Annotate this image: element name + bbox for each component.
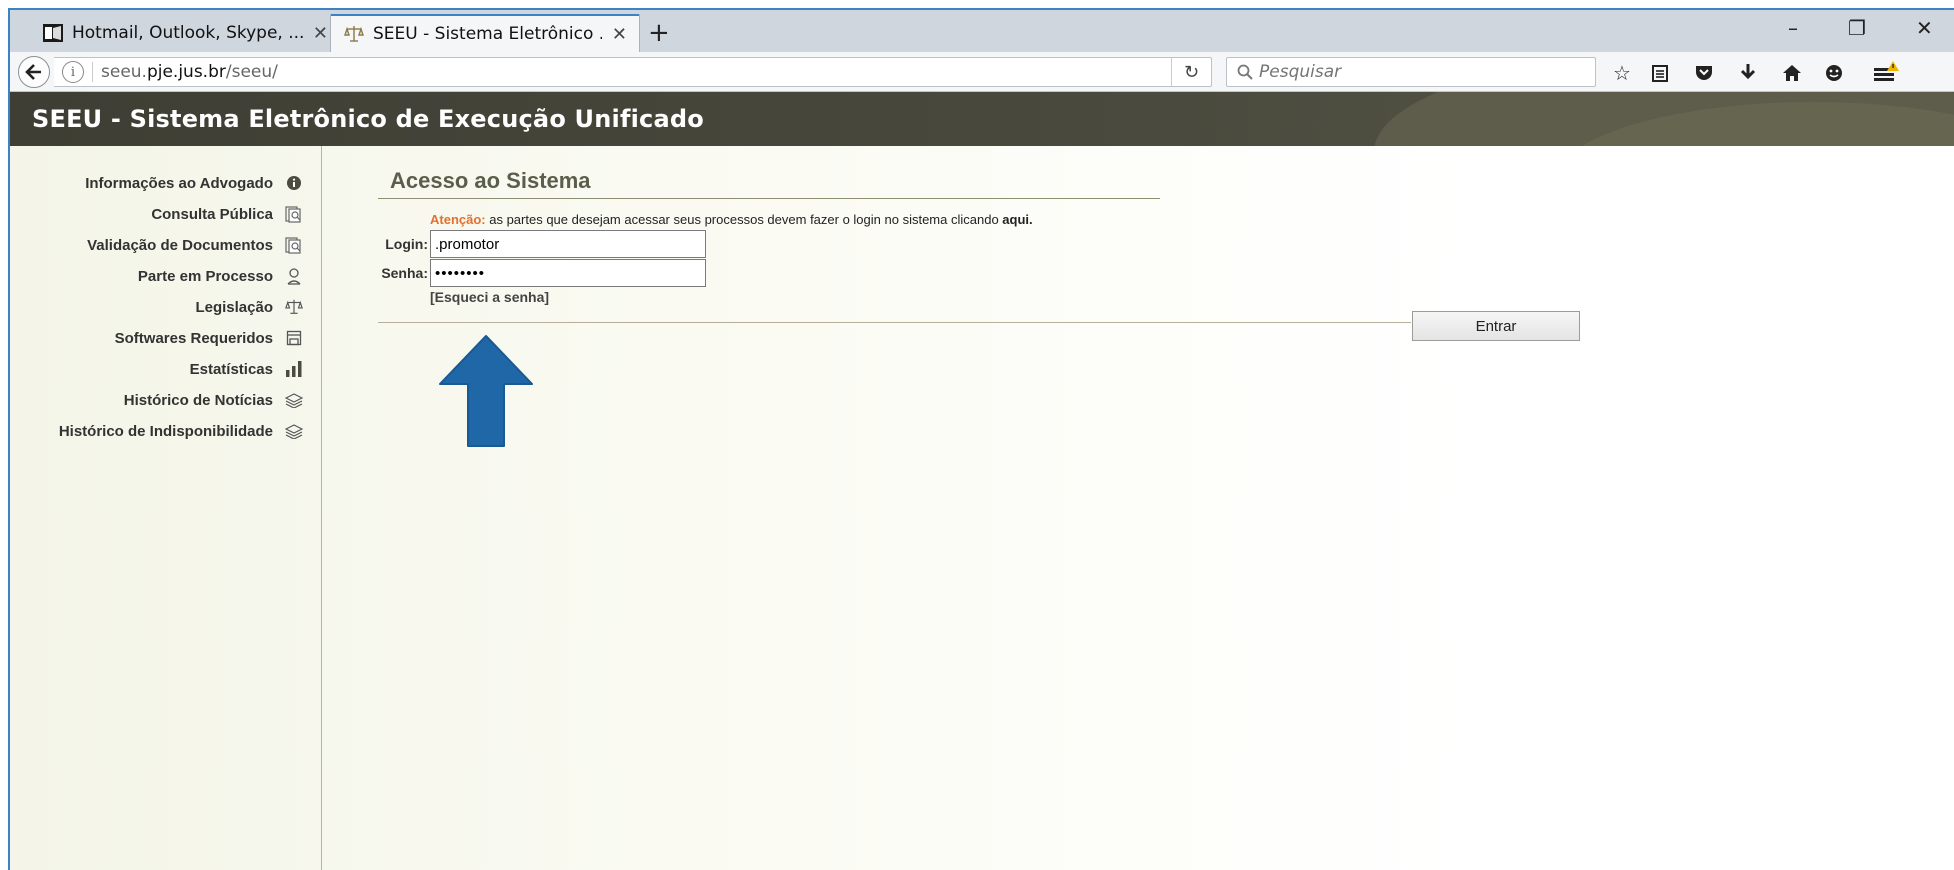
navigation-bar: i seeu.pje.jus.br/seeu/ ↻ ☆ bbox=[10, 52, 1954, 92]
login-input[interactable] bbox=[430, 230, 706, 258]
divider bbox=[378, 198, 1160, 199]
forgot-password-link[interactable]: [Esqueci a senha] bbox=[430, 289, 549, 305]
sidebar-item-label: Softwares Requeridos bbox=[114, 329, 273, 347]
search-icon bbox=[1237, 64, 1253, 80]
sidebar-item-softwares-requeridos[interactable]: Softwares Requeridos bbox=[115, 327, 303, 349]
password-row: Senha: bbox=[378, 259, 706, 287]
sidebar-item-label: Informações ao Advogado bbox=[85, 174, 273, 192]
minimize-button[interactable]: – bbox=[1788, 16, 1798, 40]
floppy-disk-icon bbox=[285, 329, 303, 347]
sidebar-item-label: Parte em Processo bbox=[137, 267, 273, 285]
close-window-button[interactable]: ✕ bbox=[1916, 16, 1933, 40]
tab-title: Hotmail, Outlook, Skype, ... bbox=[72, 23, 303, 43]
stack-icon bbox=[285, 422, 303, 440]
sidebar-item-informacoes-advogado[interactable]: Informações ao Advogado bbox=[85, 172, 303, 194]
search-bar[interactable] bbox=[1226, 57, 1596, 87]
sidebar-item-historico-indisponibilidade[interactable]: Histórico de Indisponibilidade bbox=[59, 420, 303, 442]
sidebar-item-label: Histórico de Notícias bbox=[123, 391, 273, 409]
outlook-icon bbox=[42, 22, 64, 44]
new-tab-button[interactable]: + bbox=[648, 18, 670, 48]
sidebar-item-label: Histórico de Indisponibilidade bbox=[58, 422, 273, 440]
entrar-button[interactable]: Entrar bbox=[1412, 311, 1580, 341]
sidebar-item-label: Estatísticas bbox=[189, 360, 273, 378]
divider bbox=[92, 62, 93, 82]
sidebar-item-label: Consulta Pública bbox=[151, 205, 273, 223]
scales-icon bbox=[343, 23, 365, 45]
search-input[interactable] bbox=[1259, 62, 1579, 82]
login-label: Login: bbox=[385, 236, 428, 252]
tab-seeu[interactable]: SEEU - Sistema Eletrônico ... ✕ bbox=[330, 14, 640, 52]
site-title: SEEU - Sistema Eletrônico de Execução Un… bbox=[32, 105, 704, 133]
download-icon[interactable] bbox=[1734, 60, 1762, 86]
pocket-icon[interactable] bbox=[1690, 60, 1718, 86]
stack-icon bbox=[285, 391, 303, 409]
password-label: Senha: bbox=[381, 265, 428, 281]
info-icon bbox=[285, 174, 303, 192]
menu-icon[interactable] bbox=[1872, 60, 1900, 86]
site-header: SEEU - Sistema Eletrônico de Execução Un… bbox=[10, 92, 1954, 146]
notice-warning-label: Atenção: bbox=[430, 212, 486, 227]
back-arrow-icon bbox=[25, 64, 41, 80]
person-icon bbox=[285, 267, 303, 285]
login-panel: Acesso ao Sistema Atenção: as partes que… bbox=[378, 146, 1954, 870]
sidebar-item-validacao-documentos[interactable]: Validação de Documentos bbox=[87, 234, 303, 256]
sidebar-item-label: Validação de Documentos bbox=[87, 236, 273, 254]
sidebar-item-legislacao[interactable]: Legislação bbox=[195, 296, 303, 318]
tab-hotmail[interactable]: Hotmail, Outlook, Skype, ... ✕ bbox=[30, 14, 340, 52]
notice-link-aqui[interactable]: aqui. bbox=[1002, 212, 1032, 227]
home-icon[interactable] bbox=[1778, 60, 1806, 86]
sidebar: Informações ao Advogado Consulta Pública… bbox=[10, 146, 322, 870]
document-search-icon bbox=[285, 236, 303, 254]
reload-icon[interactable]: ↻ bbox=[1171, 58, 1211, 86]
sidebar-item-estatisticas[interactable]: Estatísticas bbox=[190, 358, 303, 380]
close-tab-icon[interactable]: ✕ bbox=[612, 24, 627, 45]
address-bar[interactable]: i seeu.pje.jus.br/seeu/ ↻ bbox=[54, 57, 1212, 87]
bookmark-star-icon[interactable]: ☆ bbox=[1608, 60, 1636, 86]
document-search-icon bbox=[285, 205, 303, 223]
close-tab-icon[interactable]: ✕ bbox=[313, 23, 328, 44]
password-input[interactable] bbox=[430, 259, 706, 287]
back-button[interactable] bbox=[18, 56, 50, 88]
browser-window: Hotmail, Outlook, Skype, ... ✕ SEEU - Si… bbox=[8, 8, 1954, 870]
login-row: Login: bbox=[378, 230, 706, 258]
tab-title: SEEU - Sistema Eletrônico ... bbox=[373, 24, 602, 44]
maximize-button[interactable]: ❐ bbox=[1848, 16, 1866, 40]
sidebar-item-historico-noticias[interactable]: Histórico de Notícias bbox=[124, 389, 303, 411]
info-icon[interactable]: i bbox=[62, 61, 84, 83]
tab-strip: Hotmail, Outlook, Skype, ... ✕ SEEU - Si… bbox=[10, 10, 1954, 52]
page-content: Informações ao Advogado Consulta Pública… bbox=[10, 146, 1954, 870]
login-heading: Acesso ao Sistema bbox=[390, 168, 591, 193]
divider bbox=[378, 322, 1411, 323]
notice-text: as partes que desejam acessar seus proce… bbox=[485, 212, 1003, 227]
reading-list-icon[interactable] bbox=[1646, 60, 1674, 86]
hello-chat-icon[interactable] bbox=[1820, 60, 1848, 86]
scales-icon bbox=[285, 298, 303, 316]
login-notice: Atenção: as partes que desejam acessar s… bbox=[430, 212, 1033, 227]
bar-chart-icon bbox=[285, 360, 303, 378]
url-text: seeu.pje.jus.br/seeu/ bbox=[101, 62, 278, 82]
sidebar-item-consulta-publica[interactable]: Consulta Pública bbox=[151, 203, 303, 225]
sidebar-item-label: Legislação bbox=[195, 298, 273, 316]
up-arrow-annotation bbox=[439, 335, 533, 447]
sidebar-item-parte-em-processo[interactable]: Parte em Processo bbox=[138, 265, 303, 287]
